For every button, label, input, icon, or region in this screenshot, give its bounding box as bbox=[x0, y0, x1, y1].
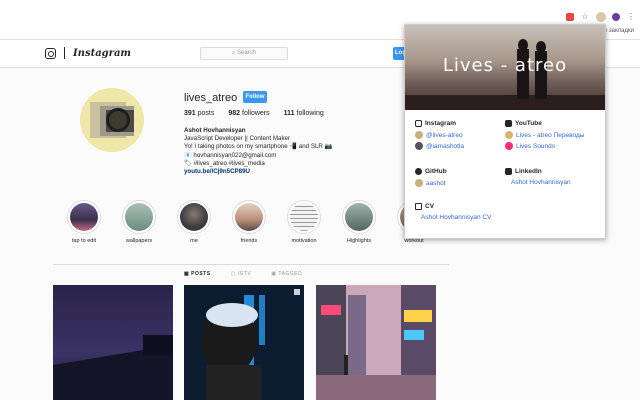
github-icon bbox=[415, 168, 422, 175]
cv-section: CV Ashot Hovhannisyan CV bbox=[415, 203, 491, 224]
avatar-thumbnail bbox=[415, 179, 423, 187]
highlight-cover bbox=[345, 203, 373, 231]
profile-tabs: ▦ POSTS ▢ IGTV ▣ TAGGED bbox=[184, 271, 302, 277]
highlight-label: tap to edit bbox=[71, 238, 97, 244]
avatar-thumbnail bbox=[415, 131, 423, 139]
highlight-tap-to-edit[interactable]: tap to edit bbox=[64, 200, 104, 244]
highlight-cover bbox=[70, 203, 98, 231]
youtube-section: YouTube Lives - atreo Переводы Lives Sou… bbox=[505, 120, 584, 153]
instagram-icon bbox=[415, 120, 422, 127]
highlight-label: motivation bbox=[291, 238, 317, 244]
bio-name: Ashot Hovhannisyan bbox=[184, 127, 246, 134]
highlight-label: wallpapers bbox=[125, 238, 153, 244]
youtube-link-lives-atreo[interactable]: Lives - atreo Переводы bbox=[505, 131, 584, 139]
star-icon[interactable]: ☆ bbox=[580, 12, 590, 22]
linkedin-icon bbox=[505, 168, 512, 175]
instagram-heading: Instagram bbox=[415, 120, 464, 127]
extension-icon[interactable] bbox=[612, 13, 620, 21]
post-image-times-square bbox=[316, 285, 436, 400]
highlight-cover bbox=[235, 203, 263, 231]
search-placeholder: Search bbox=[237, 50, 257, 56]
highlight-cover bbox=[180, 203, 208, 231]
follow-button[interactable]: Follow bbox=[243, 91, 267, 103]
highlight-cover bbox=[290, 203, 318, 231]
github-heading: GitHub bbox=[415, 168, 447, 175]
search-input[interactable]: ⌕ Search bbox=[200, 47, 288, 60]
toolbar-icons: ☆ ⋮ bbox=[566, 12, 636, 22]
avatar-thumbnail bbox=[505, 131, 513, 139]
bio-line: 🏷 #lives_atreo #lives_media bbox=[184, 159, 265, 167]
posts-count: 391 posts bbox=[184, 110, 215, 117]
linkedin-section: LinkedIn Ashot Hovhannisyan bbox=[505, 168, 571, 189]
cv-heading: CV bbox=[415, 203, 491, 210]
highlight-me[interactable]: me bbox=[174, 200, 214, 244]
document-icon bbox=[415, 203, 422, 210]
instagram-camera-icon bbox=[45, 47, 56, 59]
post-thumbnail[interactable] bbox=[316, 285, 436, 400]
post-thumbnail[interactable] bbox=[184, 285, 304, 400]
post-image-night-street bbox=[53, 285, 173, 400]
avatar-thumbnail bbox=[415, 142, 423, 150]
tab-posts[interactable]: ▦ POSTS bbox=[184, 271, 211, 277]
popup-banner: Lives - atreo bbox=[405, 25, 605, 110]
instagram-link-lives-atreo[interactable]: @lives-atreo bbox=[415, 131, 464, 139]
tabs-divider bbox=[53, 264, 449, 265]
highlight-label: Highlights bbox=[346, 238, 372, 244]
following-count[interactable]: 111 following bbox=[284, 110, 324, 117]
profile-stats: 391 posts 982 followers 111 following bbox=[184, 110, 324, 117]
linkedin-heading: LinkedIn bbox=[505, 168, 571, 175]
github-link-aashot[interactable]: aashot bbox=[415, 179, 447, 187]
profile-avatar[interactable] bbox=[80, 88, 144, 152]
youtube-link-lives-sounds[interactable]: Lives Sounds bbox=[505, 142, 584, 150]
github-section: GitHub aashot bbox=[415, 168, 447, 190]
profile-username: lives_atreo bbox=[184, 92, 238, 104]
bio-link[interactable]: youtu.be/lCj9n5CP89U bbox=[184, 168, 384, 176]
tab-tagged[interactable]: ▣ TAGGED bbox=[271, 271, 302, 277]
tab-igtv[interactable]: ▢ IGTV bbox=[231, 271, 252, 277]
instagram-link-iamashotla[interactable]: @iamashotla bbox=[415, 142, 464, 150]
highlight-label: me bbox=[190, 238, 198, 244]
extension-popup: Lives - atreo Instagram @lives-atreo @ia… bbox=[404, 24, 606, 239]
bio-line: 📧 hovhannisyan022@gmail.com bbox=[184, 151, 277, 159]
profile-bio: Ashot Hovhannisyan JavaScript Developer … bbox=[184, 127, 384, 176]
instagram-logo[interactable]: Instagram bbox=[45, 47, 131, 59]
highlight-cover bbox=[125, 203, 153, 231]
linkedin-link[interactable]: Ashot Hovhannisyan bbox=[505, 179, 571, 186]
instagram-section: Instagram @lives-atreo @iamashotla bbox=[415, 120, 464, 153]
post-image-neon-portrait bbox=[184, 285, 304, 400]
logo-divider bbox=[64, 47, 65, 59]
highlight-label: friends bbox=[240, 238, 258, 244]
followers-count[interactable]: 982 followers bbox=[228, 110, 269, 117]
popup-title: Lives - atreo bbox=[442, 55, 568, 76]
instagram-wordmark: Instagram bbox=[73, 47, 131, 59]
highlight-friends[interactable]: friends bbox=[229, 200, 269, 244]
cv-link[interactable]: Ashot Hovhannisyan CV bbox=[415, 214, 491, 221]
avatar-art bbox=[80, 88, 144, 152]
post-thumbnail[interactable] bbox=[53, 285, 173, 400]
highlight-motivation[interactable]: motivation bbox=[284, 200, 324, 244]
menu-icon[interactable]: ⋮ bbox=[626, 12, 636, 22]
highlight-wallpapers[interactable]: wallpapers bbox=[119, 200, 159, 244]
highlight-highlights[interactable]: Highlights bbox=[339, 200, 379, 244]
bio-line: Yo! I taking photos on my smartphone 📲 a… bbox=[184, 143, 333, 151]
lives-atreo-extension-icon[interactable] bbox=[596, 12, 606, 22]
avatar-thumbnail bbox=[505, 142, 513, 150]
story-highlights: tap to edit wallpapers me friends motiva… bbox=[64, 200, 434, 244]
youtube-icon bbox=[505, 120, 512, 127]
youtube-heading: YouTube bbox=[505, 120, 584, 127]
translate-icon[interactable] bbox=[566, 13, 574, 21]
